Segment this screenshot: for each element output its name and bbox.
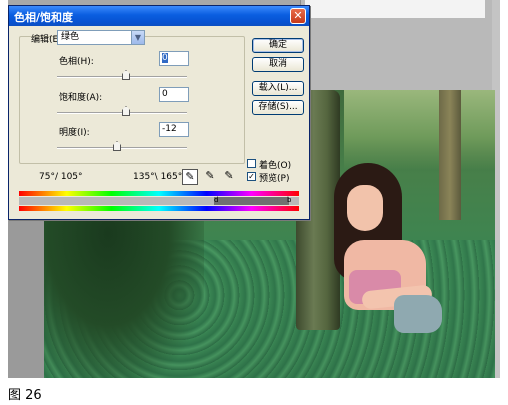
lightness-slider-track[interactable] — [57, 147, 187, 149]
tree-trunk-background — [439, 90, 461, 220]
dialog-titlebar[interactable]: 色相/饱和度 ✕ — [9, 6, 309, 26]
adjustment-group — [19, 36, 245, 164]
close-icon[interactable]: ✕ — [290, 8, 306, 24]
hue-saturation-dialog: 色相/饱和度 ✕ 编辑(E): 绿色 ▼ 色相(H): 0 饱和度(A): 0 … — [8, 5, 310, 220]
colorize-label: 着色(O) — [259, 161, 292, 171]
preview-label: 预览(P) — [259, 174, 290, 184]
dialog-title: 色相/饱和度 — [14, 11, 74, 24]
cancel-button[interactable]: 取消 — [252, 57, 304, 72]
lightness-input[interactable]: -12 — [159, 122, 189, 137]
saturation-value: 0 — [162, 89, 168, 99]
edit-channel-value: 绿色 — [61, 32, 80, 42]
range-left-readout: 75°/ 105° — [39, 172, 83, 182]
range-marker-right[interactable]: b — [287, 196, 291, 204]
load-button[interactable]: 载入(L)... — [252, 81, 304, 96]
preview-checkbox[interactable]: ✓ — [247, 172, 256, 181]
document-title-strip — [305, 0, 485, 18]
range-right-readout: 135°\ 165° — [133, 172, 183, 182]
figure-caption: 图 26 — [8, 388, 42, 403]
colorize-checkbox[interactable] — [247, 159, 256, 168]
document-gray-area — [8, 218, 44, 378]
saturation-input[interactable]: 0 — [159, 87, 189, 102]
lightness-value: -12 — [162, 124, 177, 134]
saturation-label: 饱和度(A): — [59, 93, 103, 103]
girl-legs — [394, 295, 442, 333]
ok-button[interactable]: 确定 — [252, 38, 304, 53]
save-button[interactable]: 存储(S)... — [252, 100, 304, 115]
range-slider-selection[interactable] — [214, 197, 289, 205]
range-marker-left[interactable]: d — [214, 196, 218, 204]
eyedropper-icon[interactable]: ✎ — [182, 169, 198, 185]
background-foliage — [344, 90, 495, 170]
lightness-label: 明度(I): — [59, 128, 90, 138]
output-color-bar — [19, 206, 299, 211]
hue-input[interactable]: 0 — [159, 51, 189, 66]
hue-label: 色相(H): — [59, 57, 94, 67]
eyedropper-minus-icon[interactable]: ✎ — [221, 169, 237, 185]
edit-channel-select[interactable]: 绿色 ▼ — [57, 30, 145, 45]
girl-face — [347, 185, 383, 231]
input-color-bar — [19, 191, 299, 196]
screenshot: 色相/饱和度 ✕ 编辑(E): 绿色 ▼ 色相(H): 0 饱和度(A): 0 … — [0, 0, 508, 405]
hue-value: 0 — [162, 53, 168, 63]
eyedropper-plus-icon[interactable]: ✎ — [202, 169, 218, 185]
dropdown-arrow-icon[interactable]: ▼ — [131, 31, 144, 44]
